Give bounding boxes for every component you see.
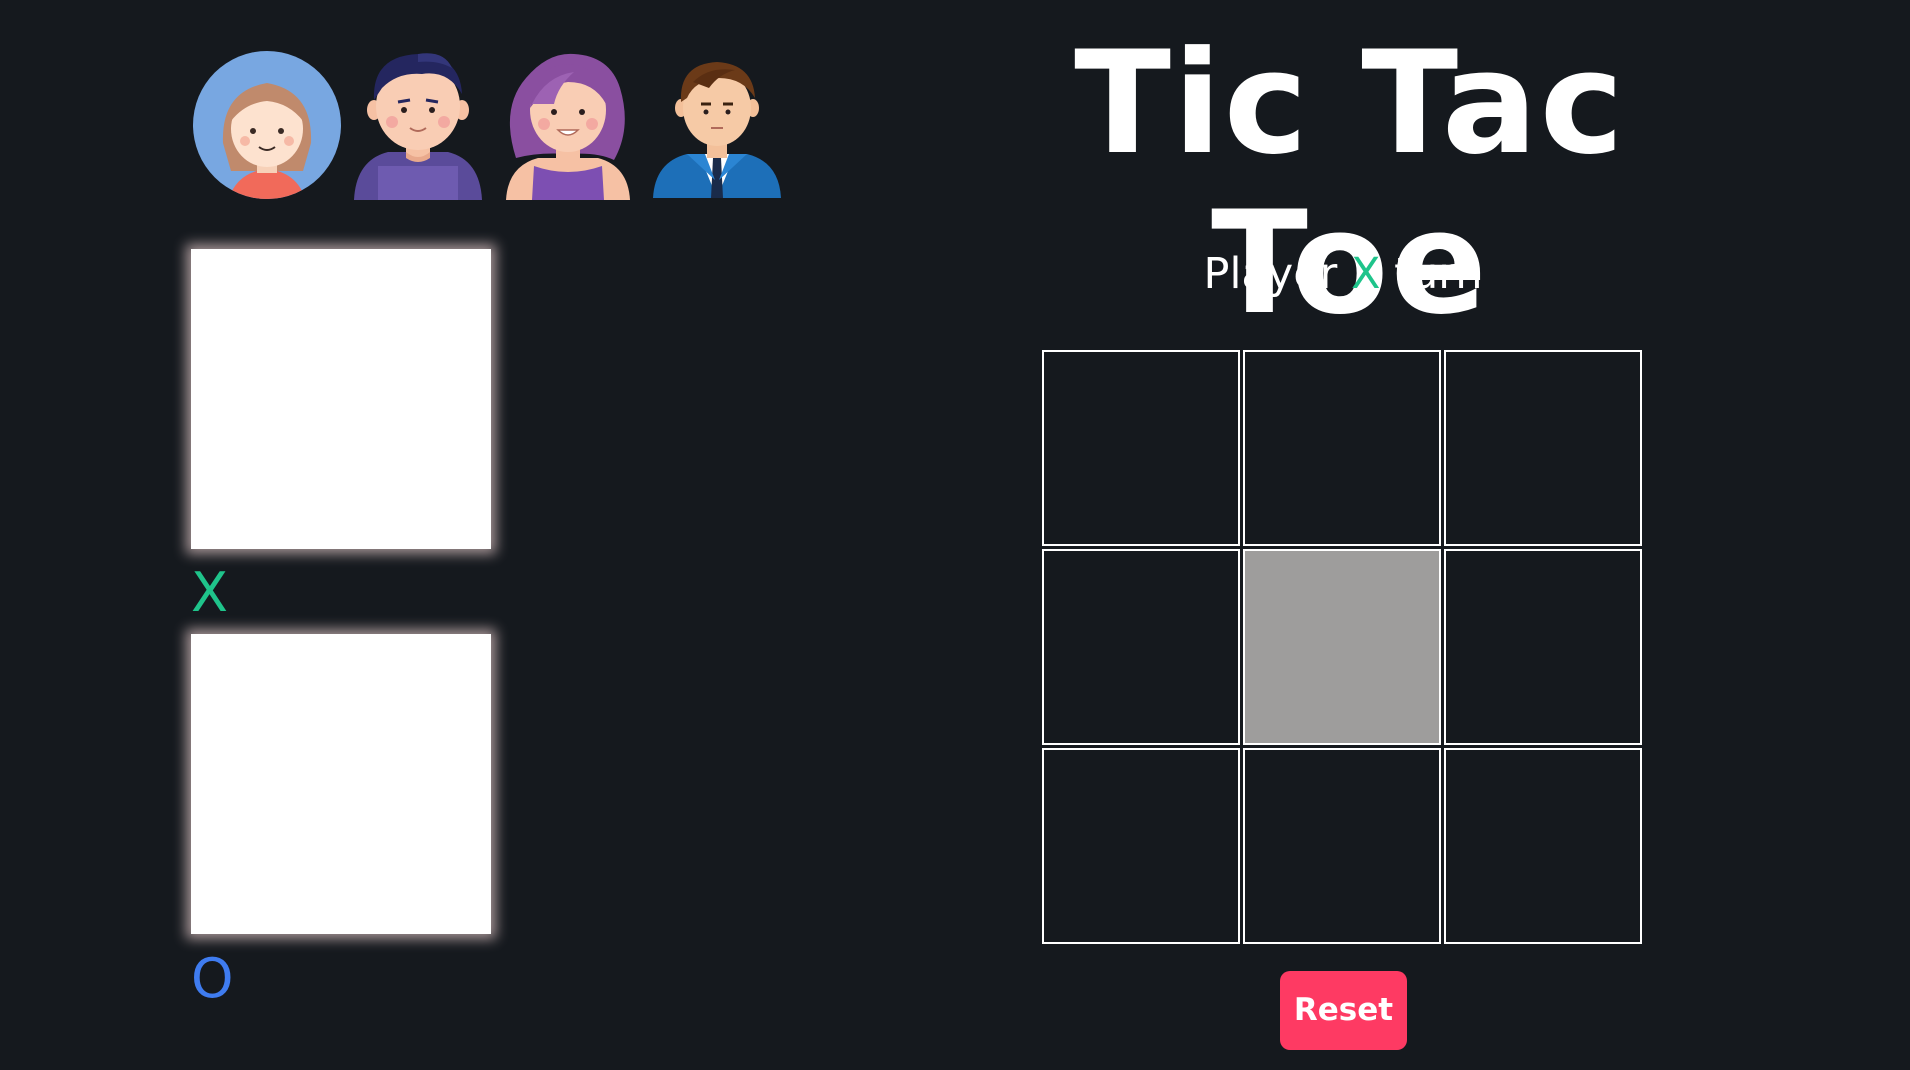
avatar-selector bbox=[191, 48, 791, 200]
girl-avatar-icon[interactable] bbox=[193, 51, 341, 203]
player-x-mark: X bbox=[191, 561, 228, 624]
player-o-mark: O bbox=[191, 947, 234, 1010]
board-cell-7[interactable] bbox=[1042, 748, 1240, 944]
man-avatar-icon[interactable] bbox=[348, 48, 488, 204]
board-cell-1[interactable] bbox=[1042, 350, 1240, 546]
turn-current-player: X bbox=[1351, 249, 1381, 299]
woman-avatar-icon[interactable] bbox=[498, 48, 638, 204]
board-cell-4[interactable] bbox=[1042, 549, 1240, 745]
board-cell-3[interactable] bbox=[1444, 350, 1642, 546]
turn-prefix: Player bbox=[1203, 249, 1338, 299]
player-x-photo-frame bbox=[191, 249, 491, 549]
reset-button[interactable]: Reset bbox=[1280, 971, 1407, 1050]
turn-status: Player X turn bbox=[1043, 246, 1643, 302]
game-board bbox=[1042, 350, 1642, 948]
board-cell-2[interactable] bbox=[1243, 350, 1441, 546]
player-o-photo-frame bbox=[191, 634, 491, 934]
businessman-avatar-icon[interactable] bbox=[649, 58, 785, 202]
board-cell-9[interactable] bbox=[1444, 748, 1642, 944]
board-cell-8[interactable] bbox=[1243, 748, 1441, 944]
board-cell-5[interactable] bbox=[1243, 549, 1441, 745]
board-cell-6[interactable] bbox=[1444, 549, 1642, 745]
turn-suffix: turn bbox=[1394, 249, 1483, 299]
